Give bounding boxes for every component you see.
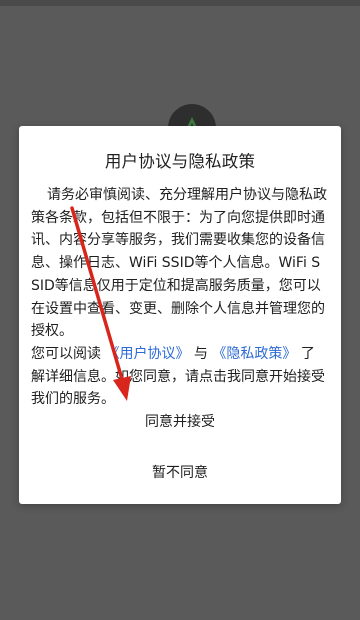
privacy-policy-link[interactable]: 《隐私政策》 (212, 346, 296, 362)
status-bar (0, 0, 360, 6)
decline-button[interactable]: 暂不同意 (19, 456, 341, 488)
body-text-prefix: 您可以阅读 (31, 345, 101, 362)
dialog-body-paragraph-links: 您可以阅读 《用户协议》 与 《隐私政策》 了解详细信息。如您同意，请点击我同意… (31, 343, 327, 411)
user-agreement-link[interactable]: 《用户协议》 (105, 346, 189, 362)
privacy-policy-dialog: 用户协议与隐私政策 请务必审慎阅读、充分理解用户协议与隐私政策各条款，包括但不限… (19, 126, 341, 504)
dialog-body: 请务必审慎阅读、充分理解用户协议与隐私政策各条款，包括但不限于：为了向您提供即时… (31, 184, 327, 411)
dialog-title: 用户协议与隐私政策 (104, 152, 256, 171)
dialog-body-paragraph: 请务必审慎阅读、充分理解用户协议与隐私政策各条款，包括但不限于：为了向您提供即时… (31, 187, 327, 340)
body-text-and: 与 (193, 345, 208, 362)
agree-button[interactable]: 同意并接受 (19, 405, 341, 437)
